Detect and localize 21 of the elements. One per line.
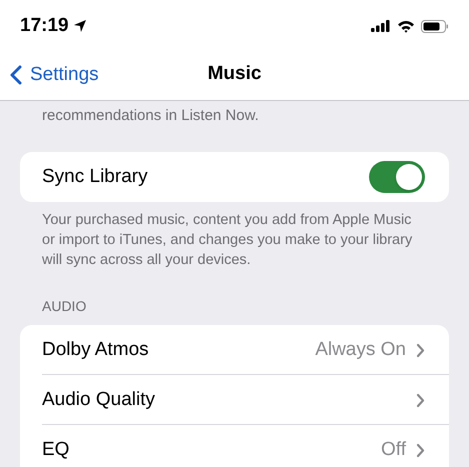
toggle-switch[interactable] <box>369 161 425 193</box>
row-label: Dolby Atmos <box>42 338 149 362</box>
row-label: Audio Quality <box>42 388 156 412</box>
signal-icon <box>371 20 391 32</box>
screen-title: Music <box>208 62 262 86</box>
section-header: AUDIO <box>41 297 88 316</box>
row-value: Off <box>381 438 406 462</box>
chevron-left-icon <box>10 65 22 86</box>
chevron-right-icon[interactable] <box>416 442 425 458</box>
footer-text: recommendations in Listen Now. <box>41 106 260 126</box>
row-label: Sync Library <box>42 164 148 189</box>
battery-icon <box>421 20 449 32</box>
wifi-icon <box>397 20 415 32</box>
status-time: 17:19 <box>20 14 69 38</box>
row-value: Always On <box>315 338 406 362</box>
row-label: EQ <box>42 438 70 462</box>
chevron-right-icon[interactable] <box>416 342 425 358</box>
chevron-right-icon[interactable] <box>416 392 425 408</box>
back-button[interactable]: Settings <box>10 61 99 90</box>
footer-text: Your purchased music, content you add from Apple Music or import to iTunes, and changes you make to your library will sync across all your devices. <box>41 211 414 270</box>
location-icon <box>72 19 87 33</box>
